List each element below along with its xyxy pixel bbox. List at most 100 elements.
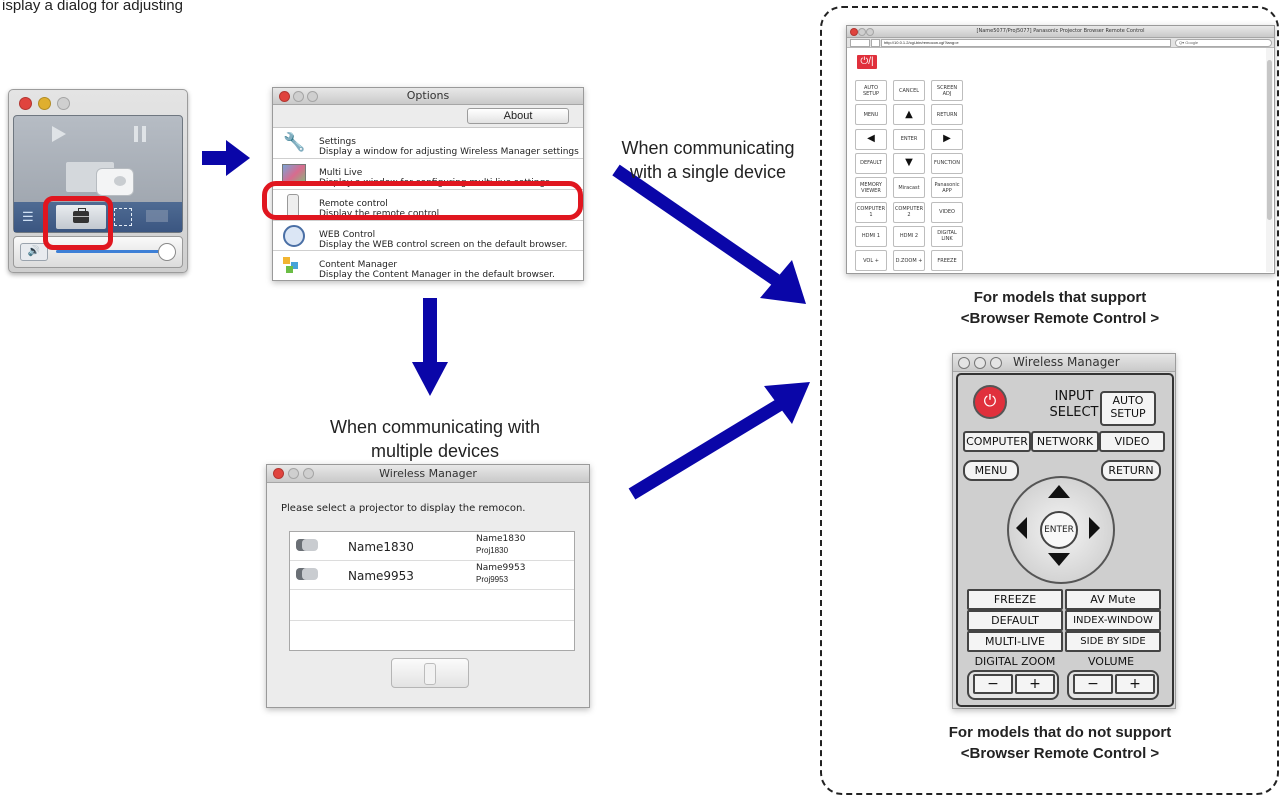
- empty-row: [290, 620, 574, 621]
- browser-remote-button[interactable]: ▶: [931, 128, 963, 150]
- partial-caption: isplay a dialog for adjusting: [2, 0, 183, 14]
- toolbox-highlight: [43, 196, 113, 250]
- remote-power-button[interactable]: ⏻: [973, 385, 1007, 419]
- arrow-down-button[interactable]: [1048, 553, 1070, 566]
- auto-setup-button[interactable]: AUTO SETUP: [1100, 391, 1156, 426]
- browser-remote-button[interactable]: COMPUTER 1: [855, 201, 887, 223]
- close-dot[interactable]: [19, 97, 32, 110]
- volume-minus-button[interactable]: −: [1073, 674, 1113, 694]
- pause-icon[interactable]: [134, 126, 148, 142]
- side-by-side-button[interactable]: SIDE BY SIDE: [1065, 631, 1161, 652]
- browser-remote-button[interactable]: FREEZE: [931, 250, 963, 272]
- browser-remote-button[interactable]: FUNCTION: [931, 152, 963, 174]
- browser-remote-button[interactable]: VOL +: [855, 250, 887, 272]
- wrench-icon: 🔧: [283, 132, 306, 153]
- option-item-content-manager[interactable]: Content Manager Display the Content Mana…: [273, 251, 583, 280]
- browser-search-field[interactable]: Q▾ Google: [1175, 39, 1272, 47]
- projector-detail-name: Name9953: [476, 563, 526, 573]
- dialog-prompt: Please select a projector to display the…: [281, 503, 526, 514]
- minimize-dot[interactable]: [974, 357, 986, 369]
- browser-remote-button[interactable]: CANCEL: [893, 80, 925, 101]
- option-item-web-control[interactable]: WEB Control Display the WEB control scre…: [273, 221, 583, 251]
- option-desc: Display the Content Manager in the defau…: [319, 270, 555, 280]
- close-dot[interactable]: [279, 91, 290, 102]
- index-window-button[interactable]: INDEX-WINDOW: [1065, 610, 1161, 631]
- browser-remote-button[interactable]: RETURN: [931, 104, 963, 126]
- computer-button[interactable]: COMPUTER: [963, 431, 1031, 452]
- arrow-left-button[interactable]: [1016, 517, 1027, 539]
- browser-remote-button[interactable]: ◀: [855, 128, 887, 150]
- browser-remote-button[interactable]: MENU: [855, 104, 887, 126]
- browser-remote-button[interactable]: Panasonic APP: [931, 177, 963, 199]
- minimize-dot[interactable]: [38, 97, 51, 110]
- option-desc: Display the WEB control screen on the de…: [319, 240, 568, 250]
- browser-power-button[interactable]: ⏻/|: [857, 55, 877, 69]
- browser-remote-button[interactable]: HDMI 1: [855, 225, 887, 247]
- globe-icon: [283, 225, 305, 247]
- enter-button[interactable]: ENTER: [1040, 511, 1078, 549]
- digital-zoom-label: DIGITAL ZOOM: [974, 655, 1056, 668]
- close-dot[interactable]: [958, 357, 970, 369]
- caption-single-device: When communicating with a single device: [621, 138, 795, 182]
- display-remocon-button[interactable]: [391, 658, 469, 688]
- zoom-dot[interactable]: [990, 357, 1002, 369]
- about-button[interactable]: About: [467, 108, 569, 124]
- option-item-settings[interactable]: 🔧 Settings Display a window for adjustin…: [273, 128, 583, 159]
- minimize-dot[interactable]: [288, 468, 299, 479]
- return-button[interactable]: RETURN: [1101, 460, 1161, 481]
- menu-button[interactable]: MENU: [963, 460, 1019, 481]
- minimize-dot[interactable]: [858, 28, 866, 36]
- browser-remote-button[interactable]: DEFAULT: [855, 152, 887, 174]
- back-forward-buttons[interactable]: [850, 39, 870, 47]
- projector-detail-proj: Proj9953: [476, 575, 509, 584]
- close-dot[interactable]: [850, 28, 858, 36]
- play-icon[interactable]: [52, 126, 66, 142]
- arrow-up-button[interactable]: [1048, 485, 1070, 498]
- browser-remote-button[interactable]: VIDEO: [931, 201, 963, 223]
- select-region-icon[interactable]: [114, 208, 132, 226]
- projector-detail-proj: Proj1830: [476, 546, 509, 555]
- projector-row[interactable]: Name1830 Name1830 Proj1830: [290, 532, 574, 561]
- browser-remote-button[interactable]: HDMI 2: [893, 225, 925, 247]
- zoom-dot[interactable]: [57, 97, 70, 110]
- browser-remote-button[interactable]: AUTO SETUP: [855, 80, 887, 101]
- browser-remote-button[interactable]: D.ZOOM +: [893, 250, 925, 272]
- volume-plus-button[interactable]: +: [1115, 674, 1155, 694]
- multi-live-button[interactable]: MULTI-LIVE: [967, 631, 1063, 652]
- browser-remote-window: [Name5077/Proj5077] Panasonic Projector …: [846, 25, 1275, 274]
- browser-remote-button[interactable]: ▼: [893, 152, 925, 174]
- av-mute-button[interactable]: AV Mute: [1065, 589, 1161, 610]
- url-field[interactable]: http://10.0.1.2/cgi-bin/remocon.cgi?lang…: [881, 39, 1171, 47]
- zoom-dot[interactable]: [866, 28, 874, 36]
- browser-remote-button[interactable]: MEMORY VIEWER: [855, 177, 887, 199]
- zoom-dot[interactable]: [303, 468, 314, 479]
- default-button[interactable]: DEFAULT: [967, 610, 1063, 631]
- remote-control-window: Wireless Manager ⏻ INPUT SELECT AUTO SET…: [952, 353, 1176, 709]
- network-button[interactable]: NETWORK: [1031, 431, 1099, 452]
- zoom-dot[interactable]: [307, 91, 318, 102]
- minimize-dot[interactable]: [293, 91, 304, 102]
- add-tab-button[interactable]: [871, 39, 880, 47]
- browser-scrollbar[interactable]: [1266, 48, 1273, 272]
- browser-remote-button[interactable]: ▲: [893, 104, 925, 126]
- volume-slider-track[interactable]: [56, 250, 166, 253]
- browser-remote-button[interactable]: COMPUTER 2: [893, 201, 925, 223]
- browser-remote-button[interactable]: ENTER: [893, 128, 925, 150]
- multi-display-icon[interactable]: [146, 210, 168, 222]
- browser-remote-button[interactable]: Miracast: [893, 177, 925, 199]
- browser-remote-button[interactable]: SCREEN ADJ: [931, 80, 963, 101]
- close-dot[interactable]: [273, 468, 284, 479]
- freeze-button[interactable]: FREEZE: [967, 589, 1063, 610]
- list-icon[interactable]: ☰: [22, 210, 34, 223]
- projector-detail-name: Name1830: [476, 534, 526, 544]
- projector-row[interactable]: Name9953 Name9953 Proj9953: [290, 561, 574, 590]
- browser-remote-button[interactable]: DIGITAL LINK: [931, 225, 963, 247]
- scroll-thumb[interactable]: [1267, 60, 1272, 220]
- arrow-right-button[interactable]: [1089, 517, 1100, 539]
- zoom-minus-button[interactable]: −: [973, 674, 1013, 694]
- volume-slider-knob[interactable]: [158, 243, 176, 261]
- zoom-plus-button[interactable]: +: [1015, 674, 1055, 694]
- video-button[interactable]: VIDEO: [1099, 431, 1165, 452]
- volume-label: VOLUME: [1087, 655, 1135, 668]
- caption-browser-not-supported: For models that do not support <Browser …: [948, 724, 1172, 762]
